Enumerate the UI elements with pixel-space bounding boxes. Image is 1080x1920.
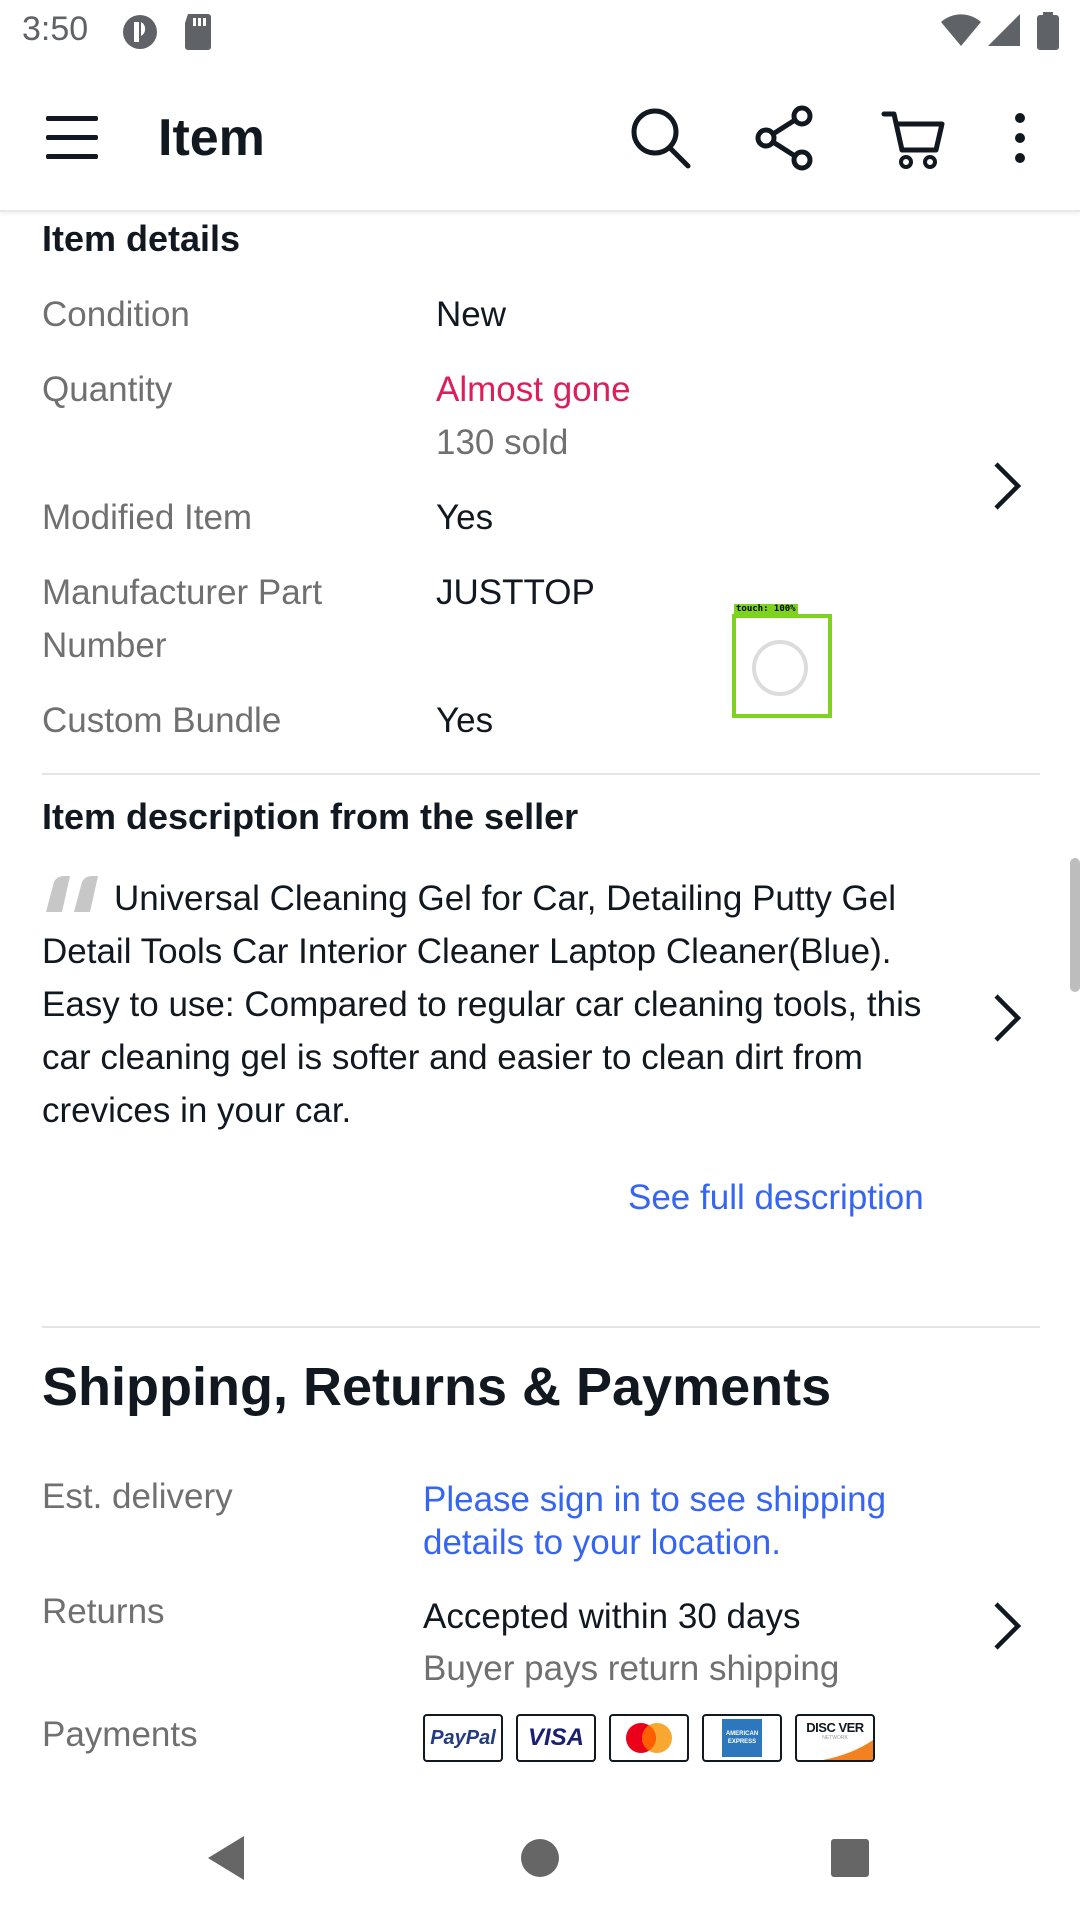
recents-icon[interactable] — [830, 1838, 870, 1878]
mpn-label-line2: Number — [42, 626, 167, 665]
cart-icon[interactable] — [880, 104, 948, 172]
discover-swoosh-icon — [823, 1740, 873, 1760]
sold-count: 130 sold — [436, 423, 569, 462]
description-line-2: Detail Tools Car Interior Cleaner Laptop… — [42, 932, 892, 971]
sd-card-icon — [185, 14, 211, 50]
divider — [42, 773, 1040, 775]
condition-label: Condition — [42, 295, 190, 334]
quantity-status: Almost gone — [436, 370, 631, 409]
condition-value: New — [436, 295, 507, 334]
back-icon[interactable] — [204, 1834, 248, 1882]
discover-text: DISC VER — [806, 1720, 864, 1735]
description-title: Item description from the seller — [42, 796, 579, 837]
status-bar: 3:50 — [0, 0, 1080, 64]
menu-icon[interactable] — [40, 104, 108, 172]
description-line-1-text: Universal Cleaning Gel for Car, Detailin… — [114, 879, 897, 918]
description-chevron-icon[interactable] — [986, 988, 1026, 1048]
battery-icon — [1037, 12, 1059, 50]
description-line-5: crevices in your car. — [42, 1091, 352, 1130]
visa-logo: VISA — [516, 1714, 596, 1762]
app-bar: Item — [0, 64, 1080, 212]
home-icon[interactable] — [520, 1838, 560, 1878]
wifi-icon — [941, 14, 981, 46]
amex-text-line-1: AMERICAN — [725, 1731, 759, 1737]
share-icon[interactable] — [752, 104, 820, 172]
returns-label: Returns — [42, 1592, 165, 1631]
est-delivery-label: Est. delivery — [42, 1477, 233, 1516]
mastercard-icon — [626, 1723, 672, 1753]
sign-in-shipping-line-2: details to your location. — [423, 1523, 781, 1562]
quantity-label: Quantity — [42, 370, 173, 409]
description-line-3: Easy to use: Compared to regular car cle… — [42, 985, 922, 1024]
more-options-icon[interactable] — [1000, 104, 1040, 172]
notification-app-icon — [123, 15, 157, 49]
item-details-title: Item details — [42, 218, 241, 259]
visa-text: VISA — [527, 1724, 584, 1751]
cellular-signal-icon — [988, 14, 1020, 46]
divider — [42, 1326, 1040, 1328]
touch-indicator-label: touch: 100% — [734, 604, 798, 614]
payments-label: Payments — [42, 1715, 198, 1754]
discover-logo: DISC VER NETWORK — [795, 1714, 875, 1762]
item-details-chevron-icon[interactable] — [986, 456, 1026, 516]
returns-sub: Buyer pays return shipping — [423, 1649, 840, 1688]
scrollbar-thumb[interactable] — [1070, 858, 1080, 992]
amex-text-line-2: EXPRESS — [727, 1739, 757, 1745]
amex-badge: AMERICAN EXPRESS — [722, 1719, 762, 1757]
description-text[interactable]: Universal Cleaning Gel for Car, Detailin… — [42, 872, 972, 1137]
page-title: Item — [158, 109, 265, 167]
mpn-label-line1: Manufacturer Part — [42, 573, 323, 612]
quote-icon — [46, 876, 98, 912]
returns-chevron-icon[interactable] — [986, 1596, 1026, 1656]
description-line-1: Universal Cleaning Gel for Car, Detailin… — [42, 872, 972, 925]
paypal-text: PayPal — [430, 1726, 496, 1749]
status-time: 3:50 — [22, 10, 89, 48]
description-line-4: car cleaning gel is softer and easier to… — [42, 1038, 863, 1077]
shipping-section-title: Shipping, Returns & Payments — [42, 1357, 832, 1417]
amex-logo: AMERICAN EXPRESS — [702, 1714, 782, 1762]
modified-item-value: Yes — [436, 498, 494, 537]
paypal-logo: PayPal — [423, 1714, 503, 1762]
modified-item-label: Modified Item — [42, 498, 253, 537]
mastercard-logo — [609, 1714, 689, 1762]
custom-bundle-value: Yes — [436, 701, 494, 740]
sign-in-shipping-link[interactable]: Please sign in to see shipping details t… — [423, 1478, 886, 1564]
returns-value: Accepted within 30 days — [423, 1597, 801, 1636]
see-full-description-link[interactable]: See full description — [628, 1174, 924, 1222]
system-nav-bar — [0, 1800, 1080, 1920]
search-icon[interactable] — [626, 104, 694, 172]
touch-indicator-circle — [752, 640, 808, 696]
sign-in-shipping-line-1: Please sign in to see shipping — [423, 1480, 887, 1519]
custom-bundle-label: Custom Bundle — [42, 701, 282, 740]
mpn-value: JUSTTOP — [436, 573, 595, 612]
